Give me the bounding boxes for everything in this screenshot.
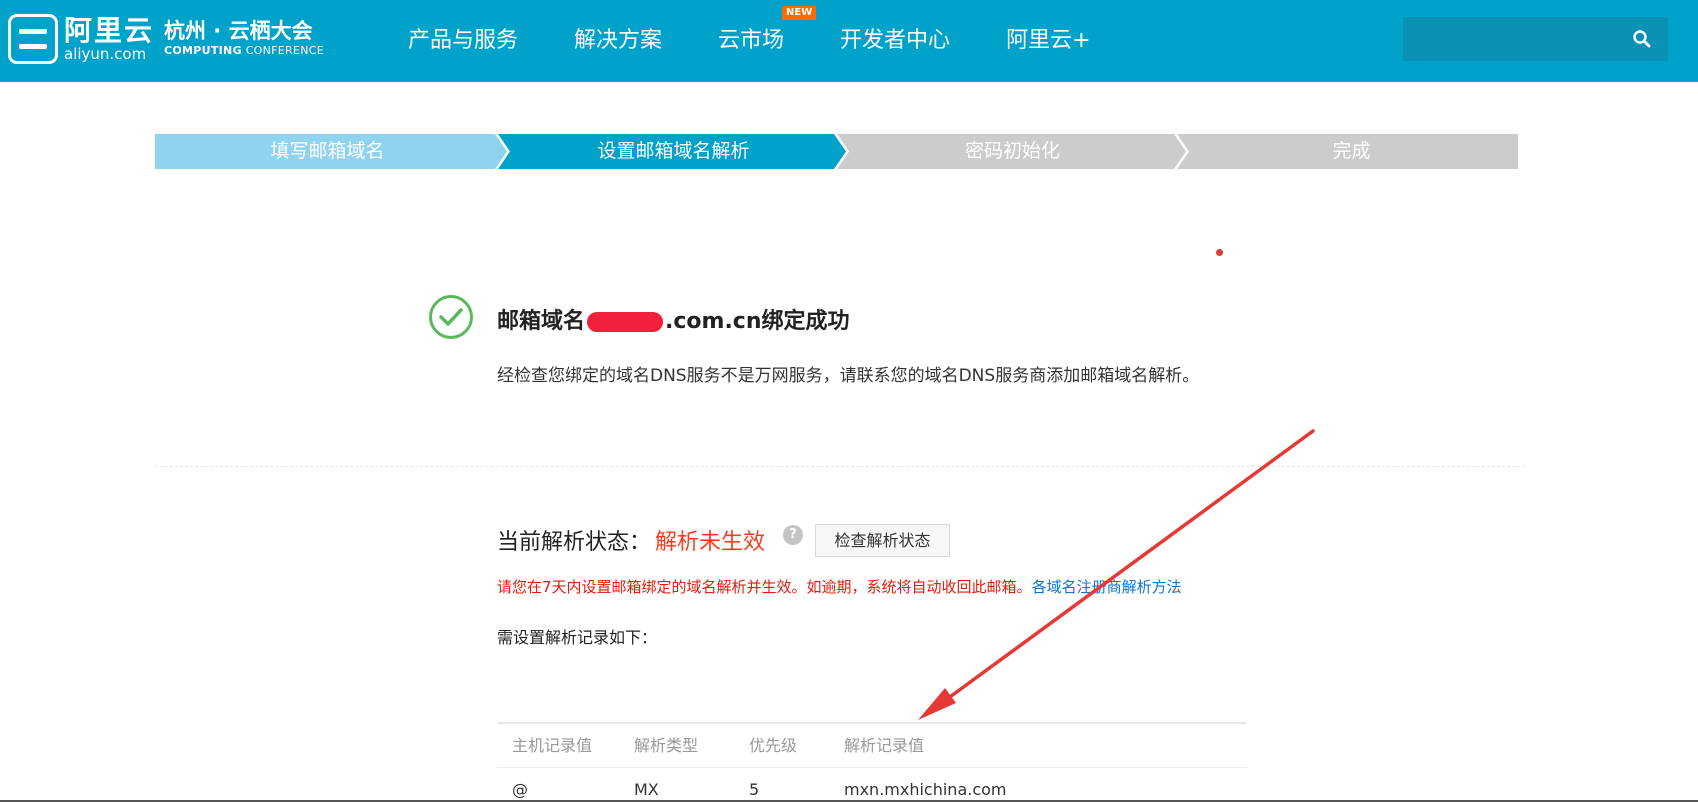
logo-en-text: aliyun.com <box>64 45 147 63</box>
search-input[interactable] <box>1403 17 1623 61</box>
search-box <box>1403 17 1668 61</box>
step-password-init: 密码初始化 <box>964 140 1060 162</box>
dns-records-table: 主机记录值 解析类型 优先级 解析记录值 @ MX 5 mxn.mxhichin… <box>497 722 1247 802</box>
top-header: 阿里云 aliyun.com 杭州 · 云栖大会 COMPUTING CONFE… <box>0 0 1698 82</box>
success-check-icon <box>429 295 473 339</box>
annotation-arrow <box>918 429 1315 720</box>
col-host-record: 主机记录值 <box>512 736 593 755</box>
bind-success-title: 邮箱域名 .com.cn绑定成功 <box>497 309 850 334</box>
section-divider <box>155 466 1525 467</box>
step-fill-domain: 填写邮箱域名 <box>270 140 385 162</box>
main-nav: 产品与服务 解决方案 云市场 NEW 开发者中心 阿里云+ <box>408 6 1147 56</box>
nav-developer-center[interactable]: 开发者中心 <box>840 26 950 56</box>
step-progress: 填写邮箱域名 设置邮箱域名解析 密码初始化 完成 <box>155 134 1518 169</box>
records-needed-label: 需设置解析记录如下： <box>497 628 658 647</box>
conference-title: 杭州 · 云栖大会 <box>164 19 313 43</box>
cell-type: MX <box>634 780 659 799</box>
check-dns-status-button[interactable]: 检查解析状态 <box>815 524 950 557</box>
nav-solutions[interactable]: 解决方案 <box>574 26 662 56</box>
conference-banner[interactable]: 杭州 · 云栖大会 COMPUTING CONFERENCE <box>164 18 324 58</box>
aliyun-logo-icon <box>8 14 58 64</box>
col-record-type: 解析类型 <box>634 736 699 755</box>
logo-cn-text: 阿里云 <box>64 14 155 47</box>
expiry-warning: 请您在7天内设置邮箱绑定的域名解析并生效。如逾期，系统将自动收回此邮箱。各域名注… <box>497 578 1182 596</box>
dns-status-label: 当前解析状态： <box>497 530 652 555</box>
step-complete: 完成 <box>1332 140 1371 162</box>
col-record-value: 解析记录值 <box>844 736 925 755</box>
dns-status-line: 当前解析状态： 解析未生效 <box>497 524 765 556</box>
registrar-dns-guide-link[interactable]: 各域名注册商解析方法 <box>1032 578 1182 596</box>
col-priority: 优先级 <box>749 736 798 755</box>
cell-priority: 5 <box>749 780 760 799</box>
help-icon[interactable]: ? <box>783 525 803 545</box>
nav-products[interactable]: 产品与服务 <box>408 26 518 56</box>
table-header: 主机记录值 解析类型 优先级 解析记录值 <box>497 724 1247 768</box>
red-dot-mark <box>1216 249 1223 256</box>
cell-value: mxn.mxhichina.com <box>844 780 1007 799</box>
cell-host: @ <box>512 780 528 799</box>
nav-aliyun-plus[interactable]: 阿里云+ <box>1006 26 1090 56</box>
step-set-dns: 设置邮箱域名解析 <box>597 140 750 162</box>
table-row: @ MX 5 mxn.mxhichina.com <box>497 768 1247 802</box>
nav-marketplace-label: 云市场 <box>718 28 785 53</box>
new-badge: NEW <box>782 6 817 20</box>
redacted-domain <box>587 312 664 332</box>
conference-subtitle: COMPUTING CONFERENCE <box>164 44 325 57</box>
search-icon[interactable] <box>1632 29 1652 49</box>
dns-status-value: 解析未生效 <box>655 530 766 555</box>
nav-marketplace[interactable]: 云市场 NEW <box>718 6 817 56</box>
dns-check-description: 经检查您绑定的域名DNS服务不是万网服务，请联系您的域名DNS服务商添加邮箱域名… <box>497 366 1200 386</box>
aliyun-logo[interactable]: 阿里云 aliyun.com <box>8 14 154 64</box>
